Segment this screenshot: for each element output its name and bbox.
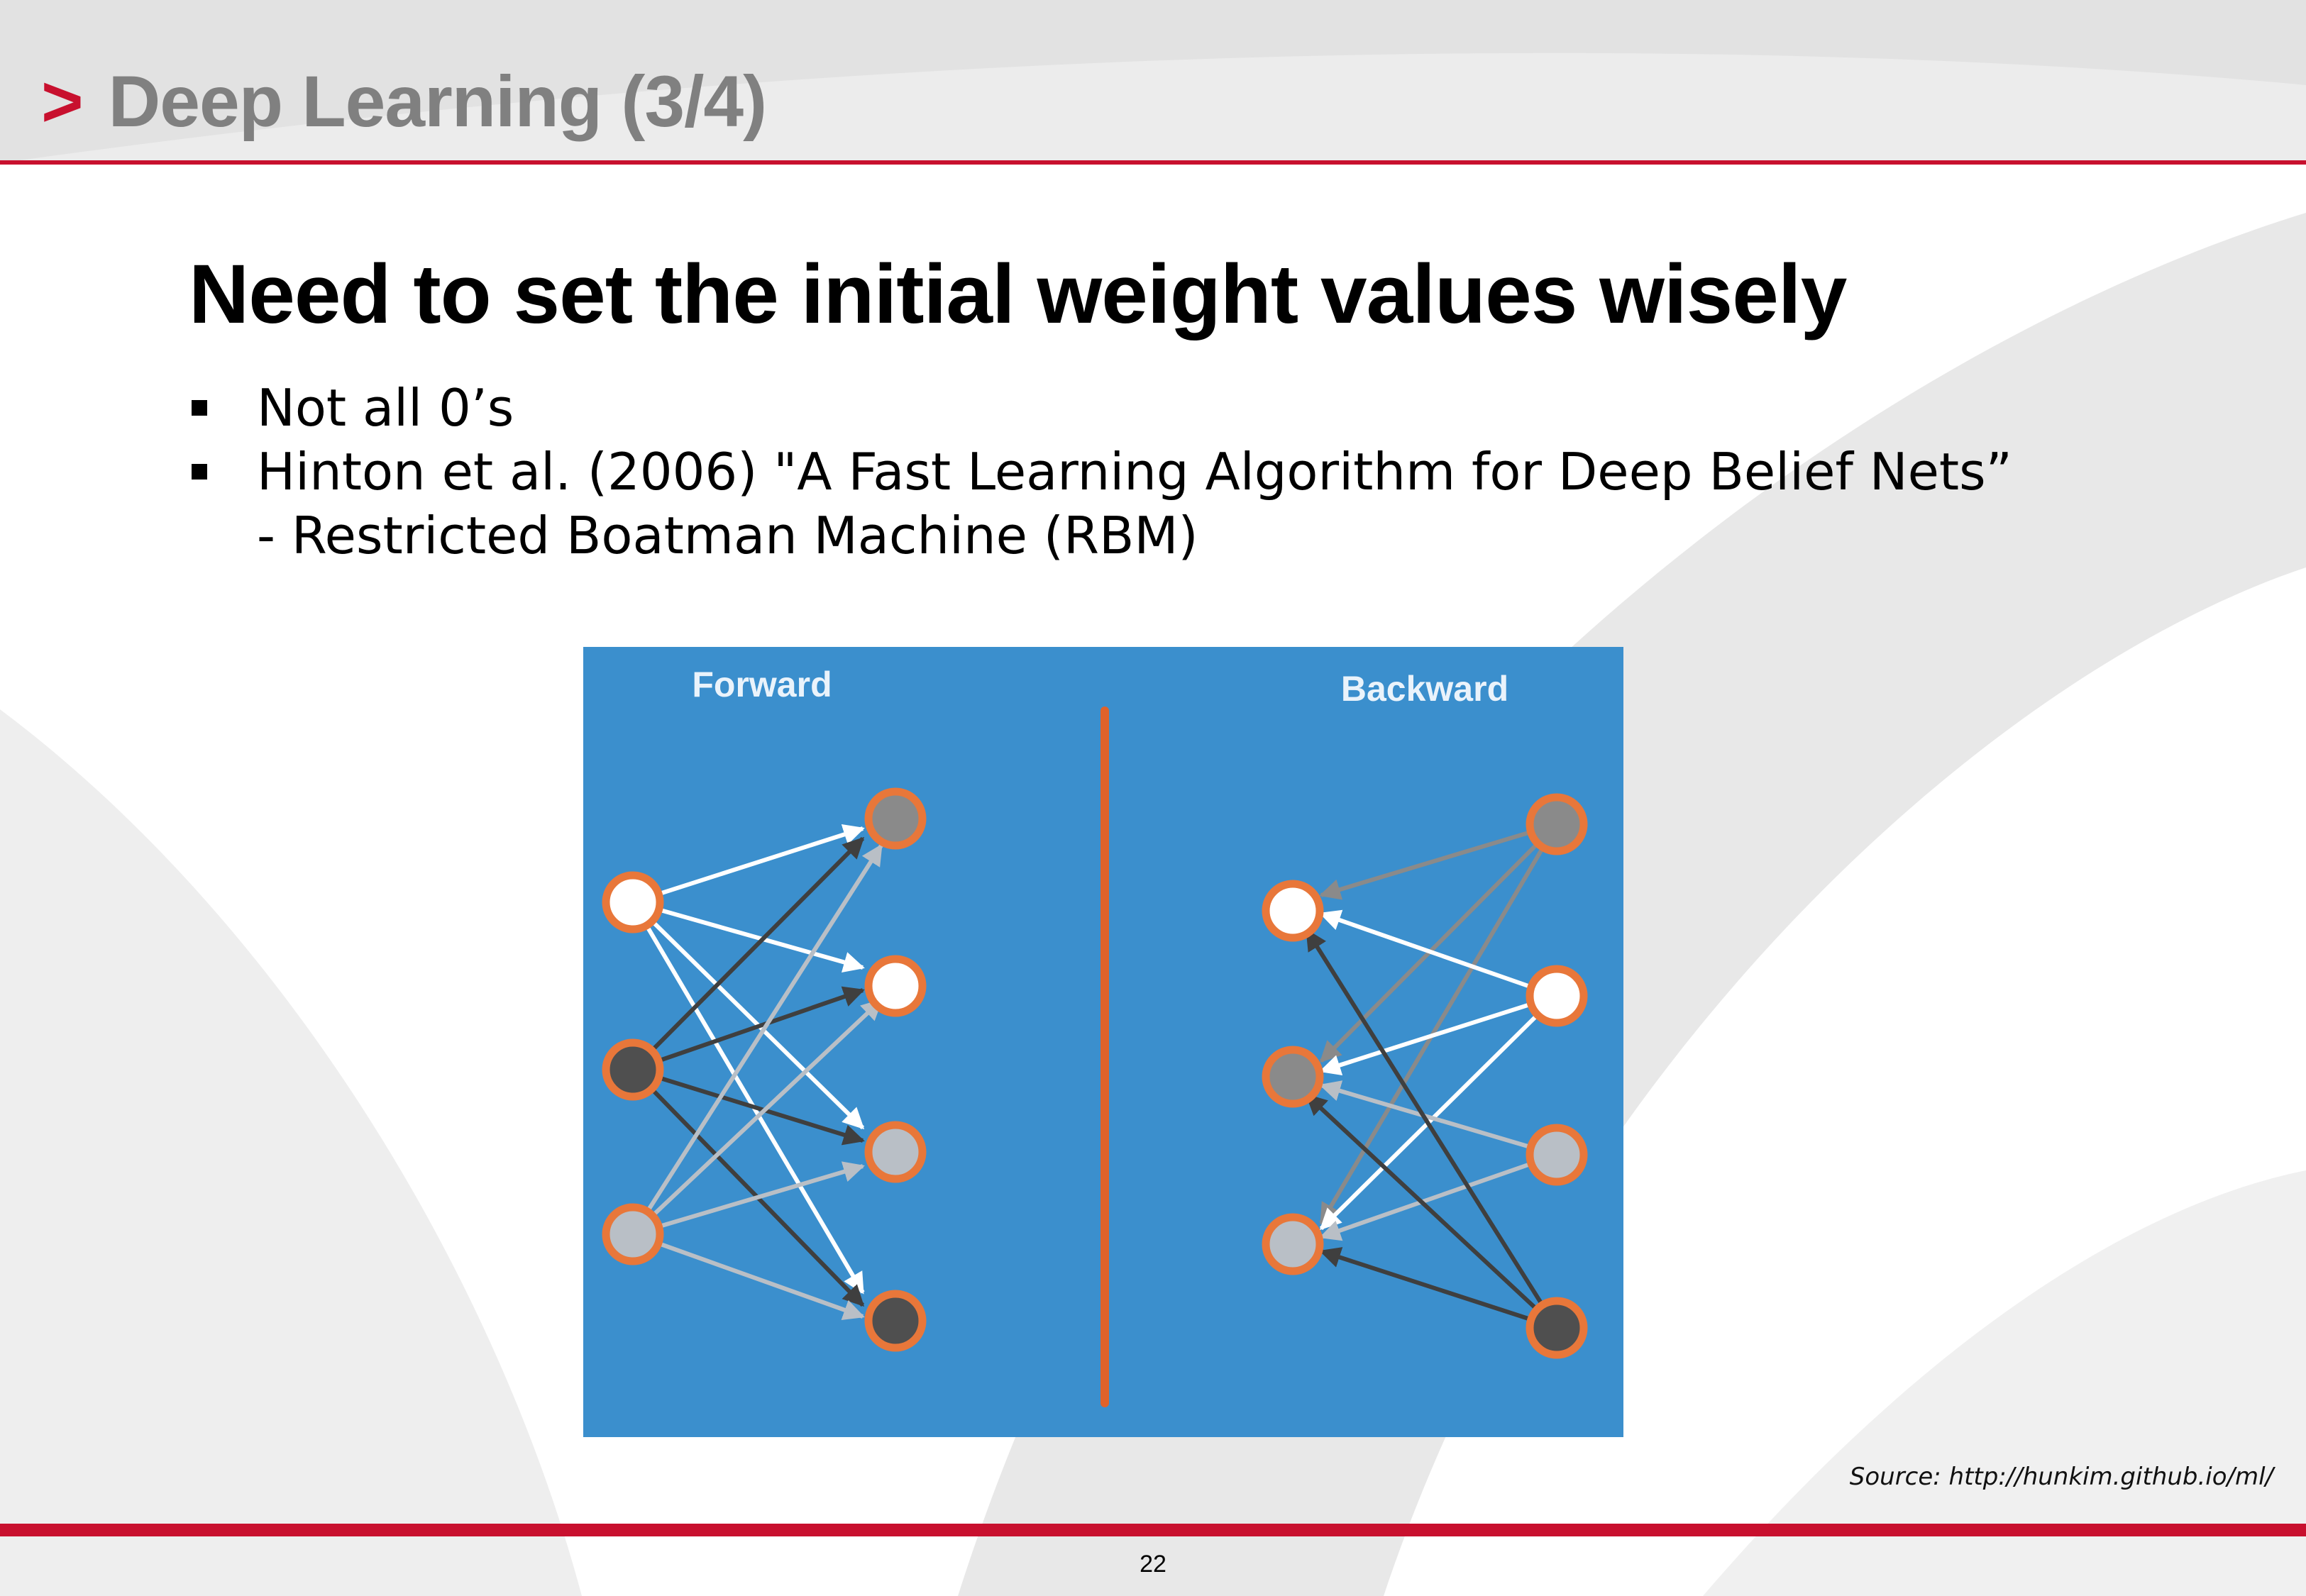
node: [1262, 1213, 1324, 1275]
bullet-text: Hinton et al. (2006) "A Fast Learning Al…: [257, 442, 2012, 501]
header-title: > Deep Learning (3/4): [41, 65, 767, 138]
backward-nodes: [1262, 793, 1588, 1359]
slide-heading: Need to set the initial weight values wi…: [189, 248, 1847, 341]
header-title-text: Deep Learning (3/4): [108, 61, 768, 142]
bullet-text: Not all 0’s: [257, 378, 514, 438]
node: [1526, 1124, 1588, 1186]
forward-edges: [631, 824, 883, 1321]
square-bullet-icon: [192, 400, 207, 416]
backward-edges: [1305, 822, 1559, 1330]
footer-divider: [0, 1524, 2306, 1536]
backward-label: Backward: [1341, 669, 1508, 709]
rbm-figure: Forward Backward: [583, 647, 1623, 1437]
node: [864, 955, 927, 1017]
node: [1526, 965, 1588, 1027]
source-citation: Source: http://hunkim.github.io/ml/: [1849, 1463, 2273, 1491]
node: [864, 1121, 927, 1183]
node: [1262, 880, 1324, 942]
node: [864, 787, 927, 850]
node: [1262, 1046, 1324, 1108]
node: [1526, 1297, 1588, 1359]
node: [602, 1203, 664, 1265]
chevron-right-icon: >: [41, 61, 84, 142]
node: [1526, 793, 1588, 855]
node: [602, 1038, 664, 1101]
header-divider: [0, 160, 2306, 165]
square-bullet-icon: [192, 464, 207, 480]
forward-nodes: [602, 787, 927, 1352]
rbm-diagram: Forward Backward: [602, 665, 1588, 1407]
forward-label: Forward: [692, 665, 832, 704]
node: [864, 1290, 927, 1352]
node: [602, 871, 664, 933]
sub-bullet-text: - Restricted Boatman Machine (RBM): [257, 506, 1198, 565]
page-number: 22: [1140, 1551, 1166, 1578]
